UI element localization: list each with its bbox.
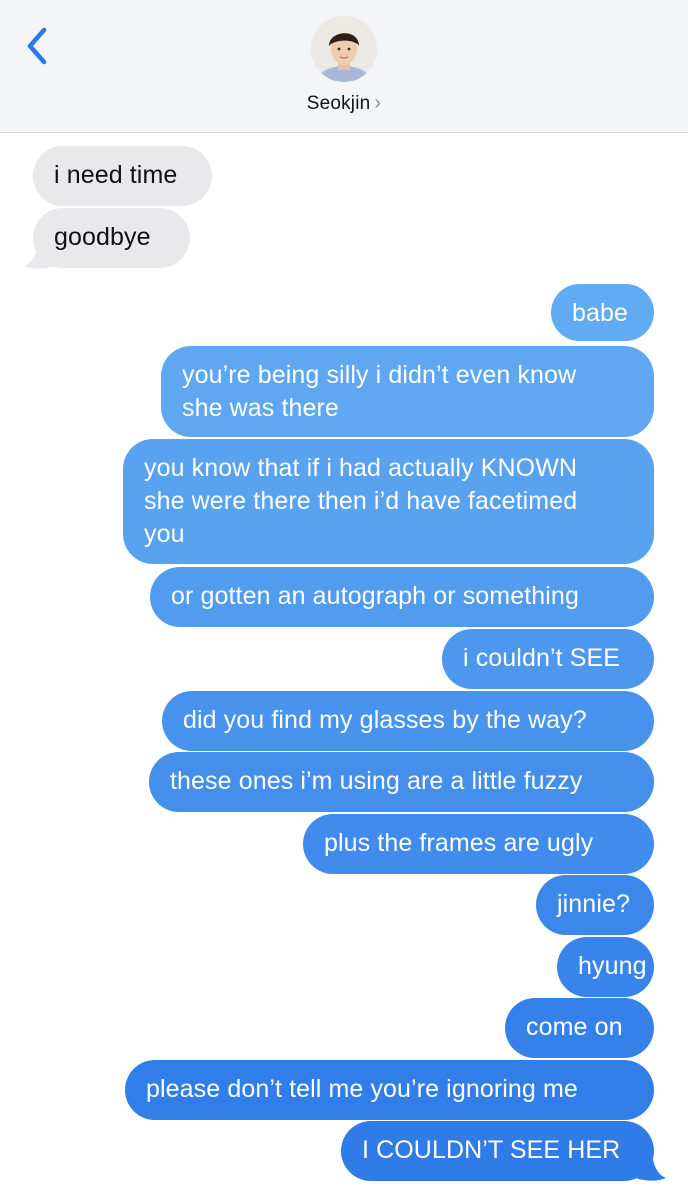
message-bubble-outgoing[interactable]: please don’t tell me you’re ignoring me bbox=[125, 1060, 654, 1120]
message-bubble-outgoing[interactable]: you’re being silly i didn’t even know sh… bbox=[161, 346, 654, 437]
outgoing-bubble-tail bbox=[636, 1148, 666, 1181]
back-button[interactable] bbox=[22, 26, 56, 66]
message-bubble-outgoing[interactable]: plus the frames are ugly bbox=[303, 814, 654, 874]
message-bubble-outgoing[interactable]: babe bbox=[551, 284, 654, 341]
message-bubble-outgoing[interactable]: come on bbox=[505, 998, 654, 1058]
message-bubble-incoming[interactable]: goodbye bbox=[33, 208, 190, 268]
conversation-header: Seokjin › bbox=[0, 0, 688, 133]
message-bubble-outgoing[interactable]: you know that if i had actually KNOWN sh… bbox=[123, 439, 654, 564]
contact-name-label: Seokjin bbox=[306, 93, 371, 114]
message-bubble-outgoing[interactable]: hyung bbox=[557, 937, 654, 997]
message-bubble-outgoing[interactable]: i couldn’t SEE bbox=[442, 629, 654, 689]
chevron-right-icon: › bbox=[374, 92, 382, 114]
avatar[interactable] bbox=[311, 16, 377, 82]
chevron-left-icon bbox=[27, 27, 47, 65]
message-bubble-outgoing[interactable]: or gotten an autograph or something bbox=[150, 567, 654, 627]
message-bubble-outgoing[interactable]: did you find my glasses by the way? bbox=[162, 691, 654, 751]
contact-photo bbox=[311, 16, 377, 82]
message-bubble-outgoing[interactable]: these ones i’m using are a little fuzzy bbox=[149, 752, 654, 812]
message-bubble-incoming[interactable]: i need time bbox=[33, 146, 212, 206]
contact-name[interactable]: Seokjin › bbox=[0, 92, 688, 115]
incoming-bubble-tail bbox=[24, 236, 54, 269]
message-bubble-outgoing[interactable]: I COULDN’T SEE HER bbox=[341, 1121, 654, 1181]
message-bubble-outgoing[interactable]: jinnie? bbox=[536, 875, 654, 935]
